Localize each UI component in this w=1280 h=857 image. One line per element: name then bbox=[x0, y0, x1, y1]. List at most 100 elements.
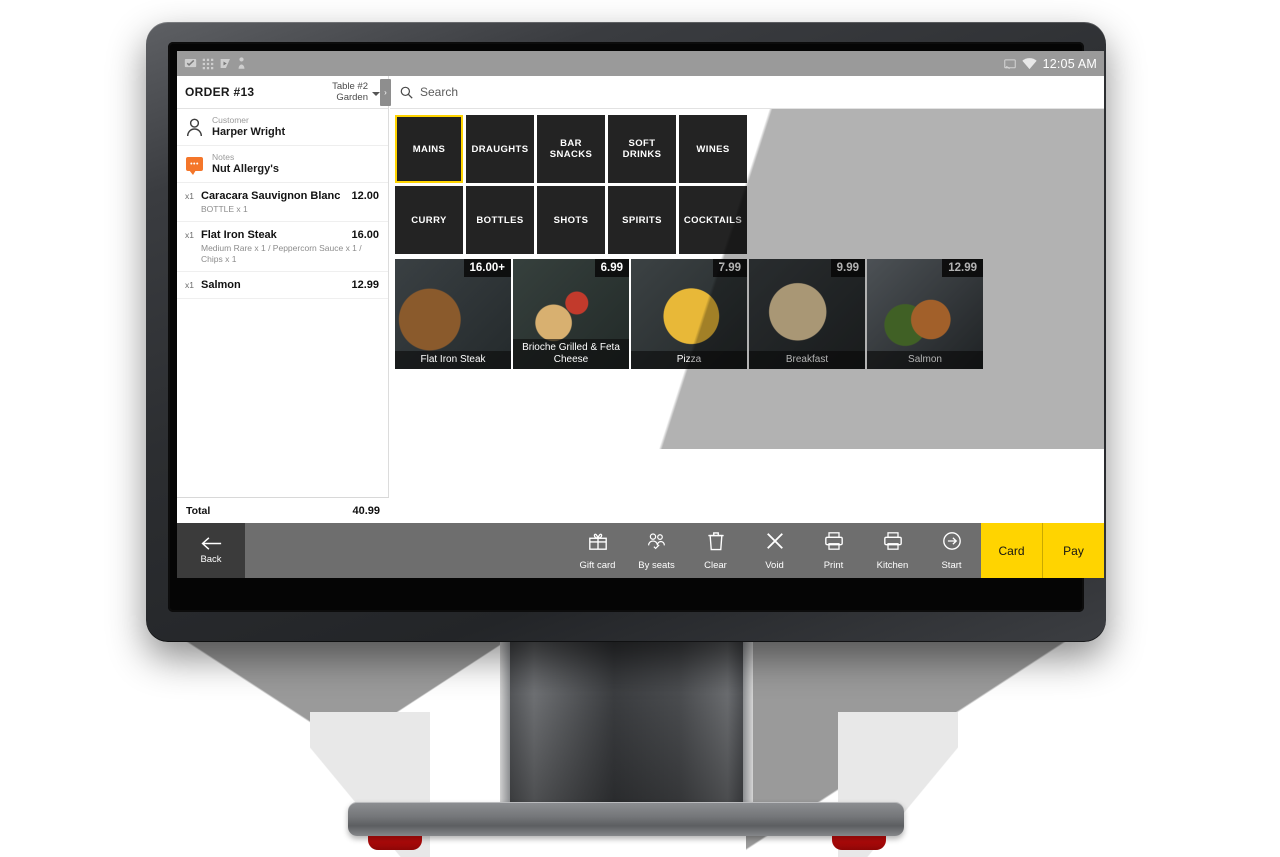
printer-icon bbox=[824, 531, 844, 556]
people-icon bbox=[646, 531, 667, 556]
category-tile-cocktails[interactable]: COCKTAILS bbox=[679, 186, 747, 254]
chevron-down-icon bbox=[372, 92, 380, 96]
toolbar-button-start[interactable]: Start bbox=[922, 523, 981, 578]
play-cast-icon bbox=[220, 59, 230, 68]
screenshot-stage: 12:05 AM ORDER #13 Table #2 Garden Custo… bbox=[0, 0, 1280, 857]
order-items-list: x1 Caracara Sauvignon Blanc 12.00 BOTTLE x … bbox=[177, 183, 388, 299]
category-tile-label: SOFT DRINKS bbox=[622, 138, 662, 160]
toolbar-button-clear[interactable]: Clear bbox=[686, 523, 745, 578]
order-line-name: Flat Iron Steak bbox=[201, 229, 277, 241]
category-tile-shots[interactable]: SHOTS bbox=[537, 186, 605, 254]
toolbar-button-kitchen[interactable]: Kitchen bbox=[863, 523, 922, 578]
android-status-bar: 12:05 AM bbox=[177, 51, 1104, 76]
table-number: Table #2 bbox=[332, 81, 368, 92]
product-price: 9.99 bbox=[830, 259, 865, 277]
notes-icon: ••• bbox=[186, 157, 203, 175]
order-id: ORDER #13 bbox=[185, 85, 255, 99]
notes-icon-dots: ••• bbox=[190, 160, 199, 168]
total-value: 40.99 bbox=[352, 504, 380, 517]
category-tile-bar-snacks[interactable]: BAR SNACKS bbox=[537, 115, 605, 183]
catalog-panel: Search MAINS DRAUGHTS BAR SNACKS SOFT DRINK… bbox=[390, 76, 1104, 523]
wifi-icon bbox=[1021, 57, 1037, 69]
product-name: Salmon bbox=[867, 351, 983, 369]
toolbar-button-label: Void bbox=[765, 559, 784, 571]
toolbar-button-by-seats[interactable]: By seats bbox=[627, 523, 686, 578]
customer-text: Customer Harper Wright bbox=[212, 115, 285, 139]
screen-cast-icon bbox=[184, 59, 197, 68]
product-price: 12.99 bbox=[942, 259, 983, 277]
product-price: 7.99 bbox=[712, 259, 747, 277]
notes-row[interactable]: ••• Notes Nut Allergy's bbox=[177, 146, 388, 183]
toolbar-button-print[interactable]: Print bbox=[804, 523, 863, 578]
category-tile-soft-drinks[interactable]: SOFT DRINKS bbox=[608, 115, 676, 183]
toolbar-button-label: Print bbox=[823, 559, 844, 571]
back-button[interactable]: Back bbox=[177, 523, 245, 578]
category-tile-label: SPIRITS bbox=[622, 214, 662, 226]
gift-icon bbox=[588, 531, 608, 556]
product-card[interactable]: 16.00+ Flat Iron Steak bbox=[395, 259, 511, 369]
customer-row[interactable]: Customer Harper Wright bbox=[177, 109, 388, 146]
person-icon bbox=[238, 57, 245, 69]
product-card[interactable]: 7.99 Pizza bbox=[631, 259, 747, 369]
category-tile-wines[interactable]: WINES bbox=[679, 115, 747, 183]
search-bar[interactable]: Search bbox=[390, 76, 1104, 109]
table-selector-text: Table #2 Garden bbox=[332, 81, 368, 103]
back-label: Back bbox=[200, 554, 222, 565]
notes-value: Nut Allergy's bbox=[212, 163, 279, 175]
panel-collapse-button[interactable]: › bbox=[380, 79, 391, 106]
search-input[interactable]: Search bbox=[420, 85, 458, 99]
table-area: Garden bbox=[336, 92, 368, 103]
order-line-price: 16.00 bbox=[351, 229, 379, 241]
monitor-stand-neck-shading bbox=[505, 642, 747, 812]
category-grid: MAINS DRAUGHTS BAR SNACKS SOFT DRINKS WINES C… bbox=[390, 109, 1104, 254]
order-line-main: x1 Caracara Sauvignon Blanc 12.00 bbox=[185, 189, 379, 203]
pos-screen: 12:05 AM ORDER #13 Table #2 Garden Custo… bbox=[177, 51, 1104, 578]
grid-icon bbox=[202, 58, 214, 69]
order-line-price: 12.00 bbox=[351, 190, 379, 202]
category-tile-bottles[interactable]: BOTTLES bbox=[466, 186, 534, 254]
order-line-qty: x1 bbox=[185, 191, 194, 201]
monitor-base bbox=[348, 802, 904, 836]
order-line-main: x1 Flat Iron Steak 16.00 bbox=[185, 228, 379, 242]
status-bar-time: 12:05 AM bbox=[1042, 56, 1097, 71]
toolbar-actions: Gift card By seats Clear Void Print Kitchen St… bbox=[568, 523, 981, 578]
trash-icon bbox=[707, 531, 725, 556]
order-header: ORDER #13 Table #2 Garden bbox=[177, 76, 388, 109]
order-line-item[interactable]: x1 Flat Iron Steak 16.00 Medium Rare x 1 / … bbox=[177, 222, 388, 272]
order-line-qty: x1 bbox=[185, 280, 194, 290]
product-card[interactable]: 9.99 Breakfast bbox=[749, 259, 865, 369]
product-grid: 16.00+ Flat Iron Steak 6.99 Brioche Grilled… bbox=[390, 254, 1104, 369]
toolbar-button-gift-card[interactable]: Gift card bbox=[568, 523, 627, 578]
product-name: Pizza bbox=[631, 351, 747, 369]
close-icon bbox=[765, 531, 785, 556]
product-card[interactable]: 6.99 Brioche Grilled & Feta Cheese bbox=[513, 259, 629, 369]
pos-app: ORDER #13 Table #2 Garden Customer Harpe… bbox=[177, 76, 1104, 578]
category-tile-draughts[interactable]: DRAUGHTS bbox=[466, 115, 534, 183]
product-price: 16.00+ bbox=[463, 259, 511, 277]
order-line-item[interactable]: x1 Salmon 12.99 bbox=[177, 272, 388, 299]
order-line-item[interactable]: x1 Caracara Sauvignon Blanc 12.00 BOTTLE x … bbox=[177, 183, 388, 222]
table-selector[interactable]: Table #2 Garden bbox=[332, 81, 380, 103]
notes-label: Notes bbox=[212, 152, 235, 162]
pay-button[interactable]: Pay bbox=[1042, 523, 1104, 578]
order-line-name: Caracara Sauvignon Blanc bbox=[201, 190, 341, 202]
category-tile-curry[interactable]: CURRY bbox=[395, 186, 463, 254]
category-tile-label: DRAUGHTS bbox=[471, 143, 529, 155]
status-bar-left-icons bbox=[184, 57, 246, 70]
product-card[interactable]: 12.99 Salmon bbox=[867, 259, 983, 369]
order-panel: ORDER #13 Table #2 Garden Customer Harpe… bbox=[177, 76, 389, 523]
person-icon bbox=[186, 118, 203, 136]
printer-icon bbox=[883, 531, 903, 556]
order-total-row: Total 40.99 bbox=[177, 497, 389, 523]
arrow-circle-icon bbox=[942, 531, 962, 556]
cast-icon bbox=[1003, 58, 1016, 69]
action-toolbar: Back Gift card By seats Clear Void Print Kitc… bbox=[177, 523, 1104, 578]
category-tile-label: WINES bbox=[696, 143, 730, 155]
toolbar-button-label: Start bbox=[941, 559, 962, 571]
category-tile-label: COCKTAILS bbox=[683, 214, 743, 226]
category-tile-mains[interactable]: MAINS bbox=[395, 115, 463, 183]
card-button[interactable]: Card bbox=[981, 523, 1042, 578]
toolbar-button-void[interactable]: Void bbox=[745, 523, 804, 578]
category-tile-spirits[interactable]: SPIRITS bbox=[608, 186, 676, 254]
